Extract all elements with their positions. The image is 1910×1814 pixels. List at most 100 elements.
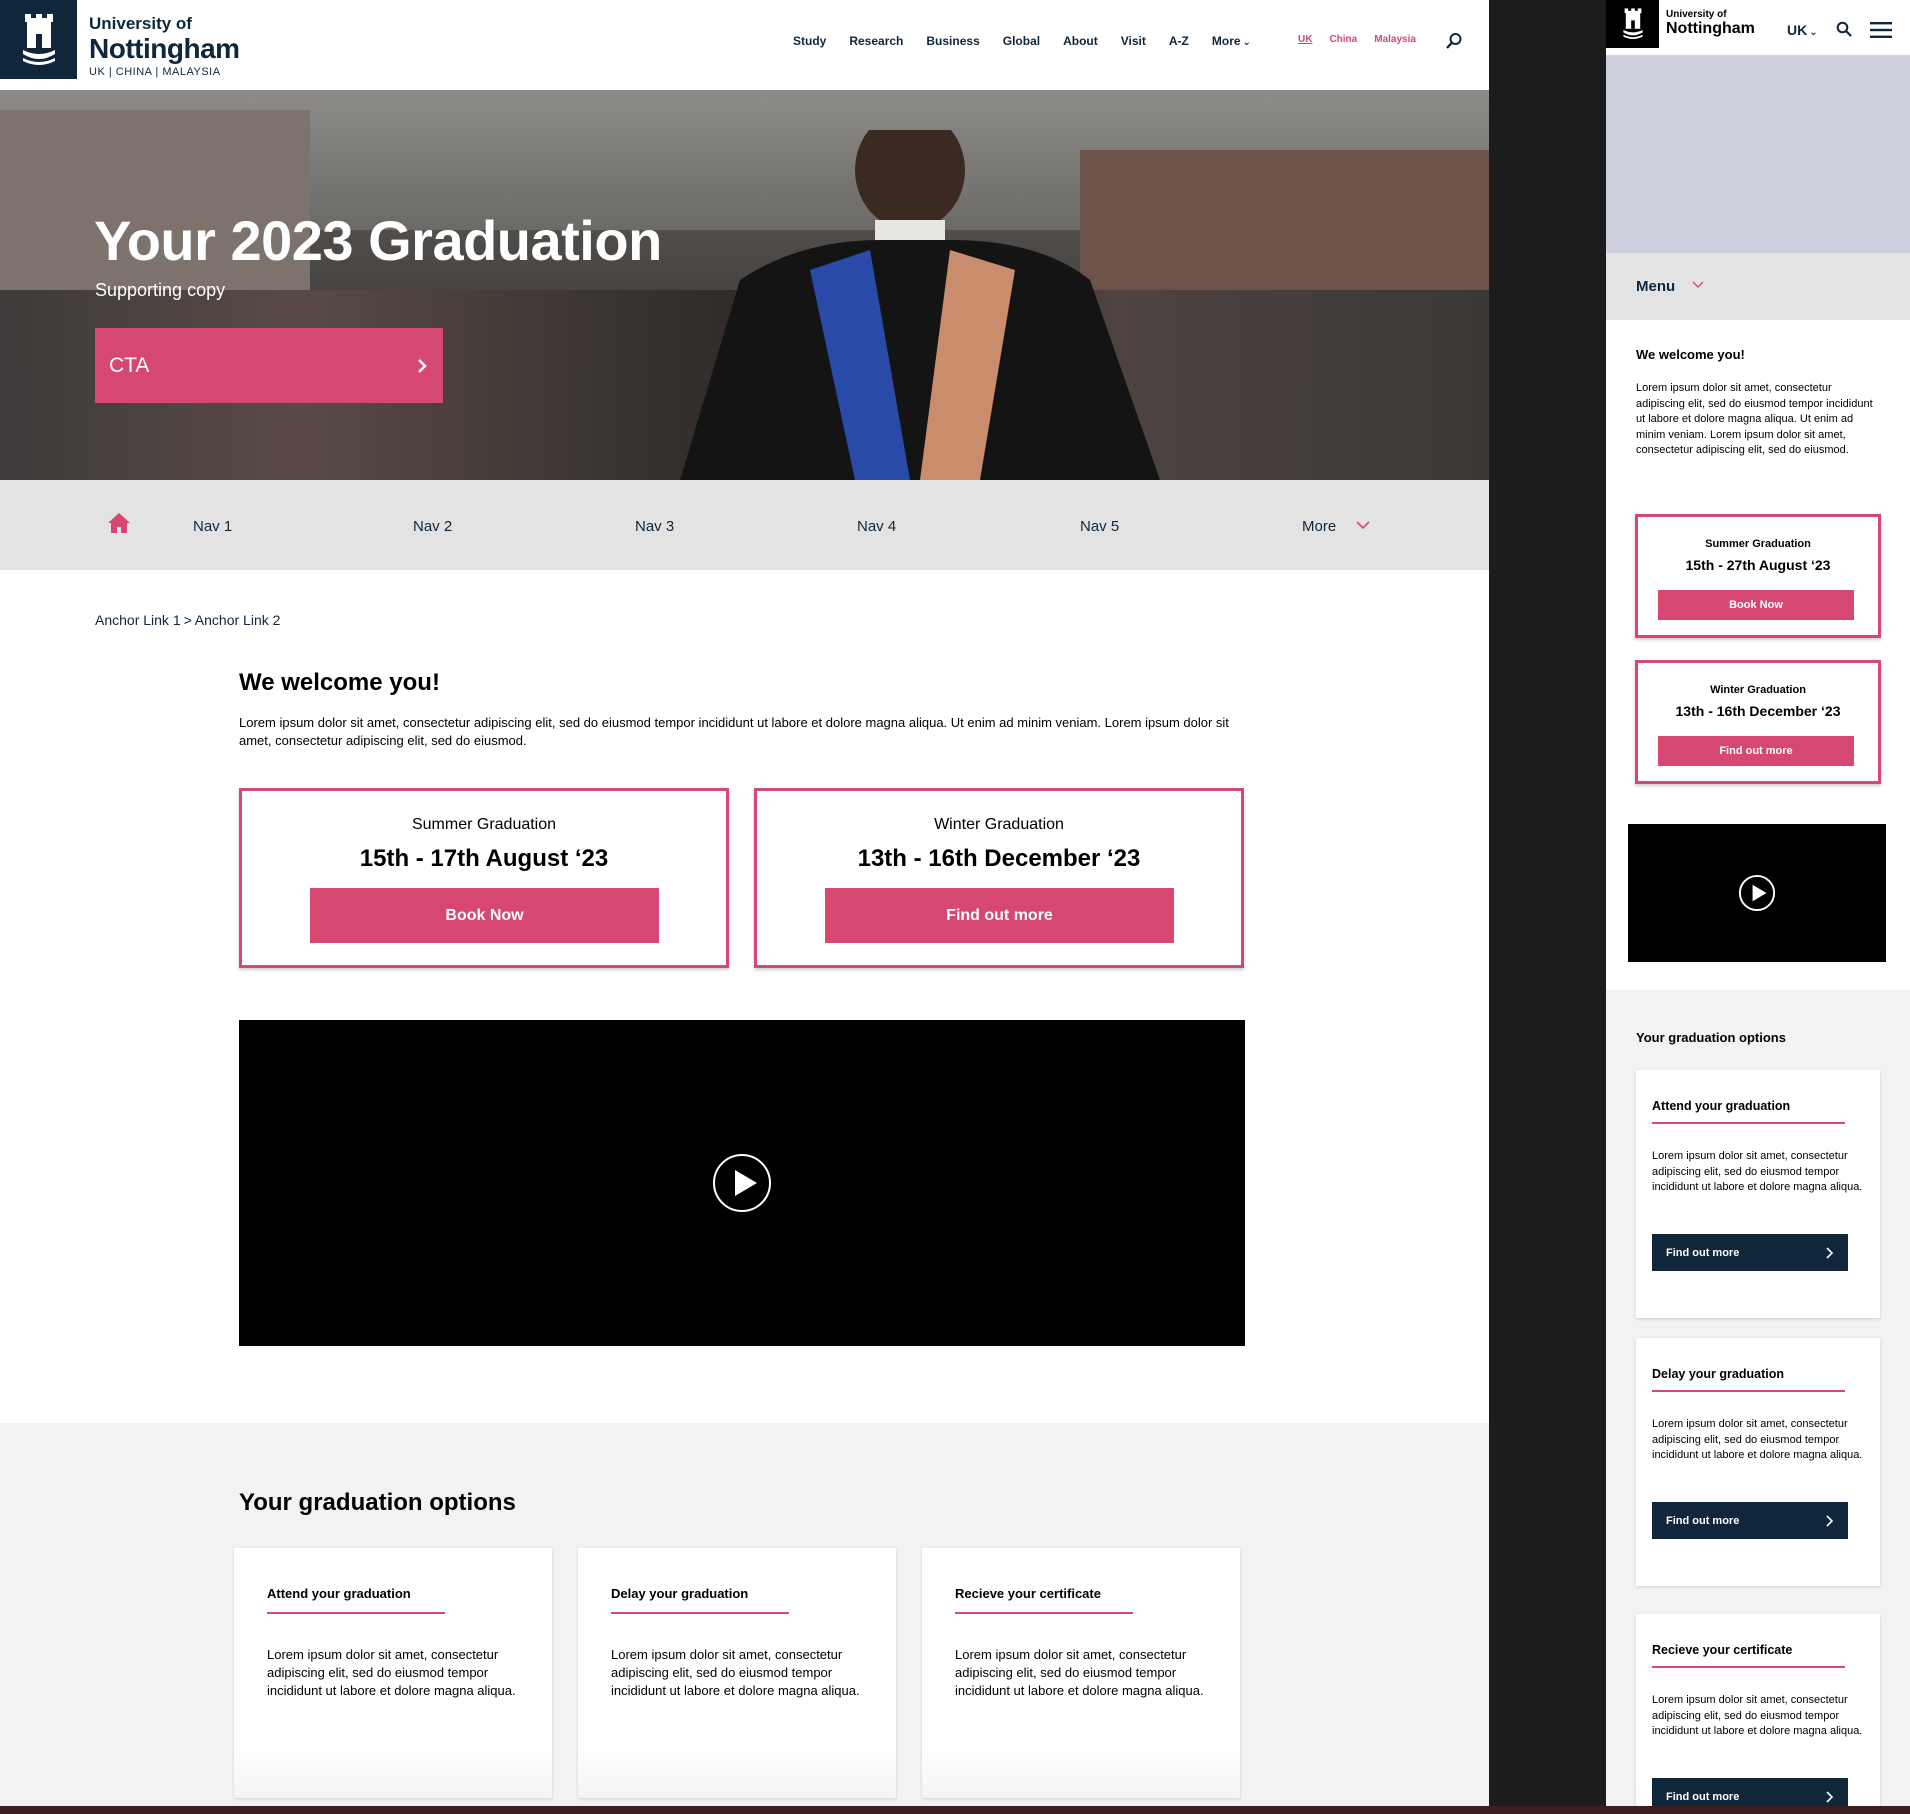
option-title: Delay your graduation [1652, 1367, 1784, 1381]
menu-label: Menu [1636, 278, 1676, 295]
card-date: 13th - 16th December ‘23 [857, 845, 1141, 872]
options-heading: Your graduation options [1636, 1030, 1786, 1045]
button-label: Find out more [1666, 1790, 1740, 1803]
welcome-heading: We welcome you! [1636, 347, 1745, 362]
hero-subtitle: Supporting copy [95, 280, 226, 300]
option-body: Lorem ipsum dolor sit amet, consectetur … [1652, 1150, 1863, 1193]
logo-line-2: Nottingham [89, 33, 240, 64]
search-icon[interactable] [1445, 32, 1463, 50]
top-nav-about[interactable]: About [1063, 34, 1098, 48]
logo-line-2: Nottingham [1666, 20, 1755, 37]
section-nav-1[interactable]: Nav 1 [193, 518, 232, 535]
section-nav-more[interactable]: More [1302, 518, 1336, 535]
button-label: Find out more [1666, 1246, 1740, 1259]
castle-crest-icon [22, 13, 55, 65]
chevron-right-icon [1826, 1791, 1834, 1803]
option-card-delay[interactable]: Delay your graduation Lorem ipsum dolor … [578, 1548, 896, 1798]
hero-cta-label: CTA [109, 353, 150, 377]
chevron-right-icon [418, 358, 427, 373]
top-nav-business[interactable]: Business [926, 34, 979, 48]
video-player[interactable] [239, 1020, 1245, 1346]
castle-crest-icon [1622, 8, 1643, 39]
top-nav-more[interactable]: More ⌄ [1212, 34, 1251, 48]
option-title: Recieve your certificate [1652, 1643, 1793, 1657]
section-nav: Nav 1 Nav 2 Nav 3 Nav 4 Nav 5 More [0, 480, 1489, 570]
card-title: Summer Graduation [1705, 538, 1811, 550]
top-nav-global[interactable]: Global [1003, 34, 1040, 48]
region-china[interactable]: China [1329, 34, 1357, 45]
chevron-right-icon [1826, 1247, 1834, 1259]
hero-cta-button[interactable]: CTA [95, 328, 443, 403]
section-nav-2[interactable]: Nav 2 [413, 518, 452, 535]
option-card-certificate[interactable]: Recieve your certificate Lorem ipsum dol… [922, 1548, 1240, 1798]
university-crest-logo[interactable] [0, 0, 77, 79]
option-underline [1652, 1666, 1845, 1668]
option-body: Lorem ipsum dolor sit amet, consectetur … [955, 1647, 1204, 1698]
option-card-attend: Attend your graduation Lorem ipsum dolor… [1636, 1070, 1880, 1318]
region-malaysia[interactable]: Malaysia [1374, 34, 1416, 45]
option-card-attend[interactable]: Attend your graduation Lorem ipsum dolor… [234, 1548, 552, 1798]
option-card-delay: Delay your graduation Lorem ipsum dolor … [1636, 1338, 1880, 1586]
region-select[interactable]: UK ⌄ [1787, 22, 1818, 38]
section-nav-5[interactable]: Nav 5 [1080, 518, 1119, 535]
section-nav-3[interactable]: Nav 3 [635, 518, 674, 535]
region-label: UK [1787, 22, 1808, 38]
card-title: Winter Graduation [1710, 684, 1806, 696]
book-now-button[interactable]: Book Now [1658, 590, 1854, 620]
find-out-more-button[interactable]: Find out more [1658, 736, 1854, 766]
section-nav-4[interactable]: Nav 4 [857, 518, 896, 535]
site-header: University of Nottingham UK | CHINA | MA… [0, 0, 1489, 90]
top-nav-study[interactable]: Study [793, 34, 826, 48]
option-body: Lorem ipsum dolor sit amet, consectetur … [1652, 1418, 1863, 1461]
breadcrumb-link-2[interactable]: Anchor Link 2 [195, 612, 281, 628]
chevron-down-icon [1692, 281, 1704, 288]
top-nav-visit[interactable]: Visit [1121, 34, 1146, 48]
options-heading: Your graduation options [239, 1489, 516, 1516]
chevron-down-icon[interactable] [1356, 520, 1370, 530]
option-body: Lorem ipsum dolor sit amet, consectetur … [611, 1647, 860, 1698]
mobile-content: We welcome you! Lorem ipsum dolor sit am… [1606, 320, 1910, 990]
play-icon[interactable] [712, 1153, 772, 1213]
hero-graduate-figure [680, 130, 1160, 480]
hero-banner: Your 2023 Graduation Supporting copy CTA [0, 90, 1489, 480]
video-player[interactable] [1628, 824, 1886, 962]
welcome-body: Lorem ipsum dolor sit amet, consectetur … [239, 715, 1229, 748]
chevron-down-icon: ⌄ [1242, 37, 1251, 48]
winter-graduation-card: Winter Graduation 13th - 16th December ‘… [754, 788, 1244, 968]
option-underline [1652, 1122, 1845, 1124]
welcome-body: Lorem ipsum dolor sit amet, consectetur … [1636, 382, 1873, 456]
option-body: Lorem ipsum dolor sit amet, consectetur … [1652, 1694, 1863, 1737]
chevron-down-icon: ⌄ [1809, 27, 1818, 38]
option-title: Recieve your certificate [955, 1586, 1101, 1601]
option-title: Attend your graduation [1652, 1099, 1791, 1113]
mobile-menu-toggle[interactable]: Menu [1606, 253, 1910, 320]
search-icon[interactable] [1836, 21, 1852, 37]
top-nav-more-label: More [1211, 34, 1241, 48]
find-out-more-button[interactable]: Find out more [1652, 1502, 1848, 1539]
option-body: Lorem ipsum dolor sit amet, consectetur … [267, 1647, 516, 1698]
region-uk[interactable]: UK [1298, 34, 1312, 45]
option-card-certificate: Recieve your certificate Lorem ipsum dol… [1636, 1614, 1880, 1806]
breadcrumb-link-1[interactable]: Anchor Link 1 [95, 612, 181, 628]
university-wordmark[interactable]: University of Nottingham UK | CHINA | MA… [89, 14, 240, 80]
top-nav-research[interactable]: Research [849, 34, 903, 48]
play-icon[interactable] [1738, 874, 1776, 912]
logo-campuses: UK | CHINA | MALAYSIA [89, 66, 221, 78]
top-nav-a-z[interactable]: A-Z [1169, 34, 1189, 48]
university-crest-logo[interactable] [1606, 0, 1659, 48]
university-wordmark[interactable]: University of Nottingham [1666, 9, 1755, 38]
mobile-page: University of Nottingham UK ⌄ Menu We wel… [1606, 0, 1910, 1806]
card-date: 15th - 27th August ‘23 [1685, 557, 1831, 573]
find-out-more-button[interactable]: Find out more [825, 888, 1174, 943]
desktop-page: University of Nottingham UK | CHINA | MA… [0, 0, 1489, 1806]
summer-graduation-card: Summer Graduation 15th - 17th August ‘23… [239, 788, 729, 968]
logo-line-1: University of [1666, 9, 1727, 20]
find-out-more-button[interactable]: Find out more [1652, 1778, 1848, 1806]
find-out-more-button[interactable]: Find out more [1652, 1234, 1848, 1271]
welcome-heading: We welcome you! [239, 669, 440, 696]
card-title: Summer Graduation [411, 816, 557, 833]
book-now-button[interactable]: Book Now [310, 888, 659, 943]
summer-graduation-card: Summer Graduation 15th - 27th August ‘23… [1635, 514, 1881, 638]
hamburger-menu-icon[interactable] [1870, 22, 1892, 38]
home-icon[interactable] [107, 512, 131, 534]
